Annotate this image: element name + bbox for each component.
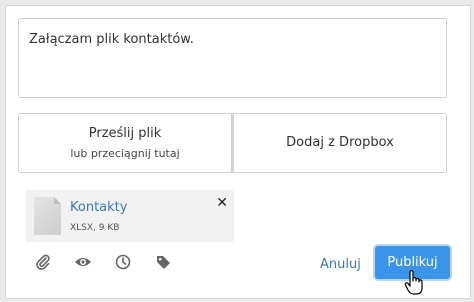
attachment-name[interactable]: Kontakty [70,200,127,215]
paperclip-icon[interactable] [33,252,53,272]
remove-attachment-button[interactable]: ✕ [216,196,228,210]
dropbox-button[interactable]: Dodaj z Dropbox [232,113,447,173]
message-textarea[interactable]: Załączam plik kontaktów. [18,18,447,98]
tag-icon[interactable] [153,252,173,272]
file-icon [34,197,61,235]
message-text: Załączam plik kontaktów. [29,32,194,47]
upload-options: Prześlij plik lub przeciągnij tutaj Doda… [18,113,447,173]
publish-label: Publikuj [387,255,438,270]
attachment-item: Kontakty XLSX, 9 KB ✕ [26,190,234,242]
attachment-meta: XLSX, 9 KB [70,223,120,233]
upload-file-sublabel: lub przeciągnij tutaj [70,146,180,160]
hand-cursor-icon [404,269,424,300]
upload-file-label: Prześlij plik [88,125,162,141]
eye-icon[interactable] [73,252,93,272]
upload-file-button[interactable]: Prześlij plik lub przeciągnij tutaj [18,113,232,173]
clock-icon[interactable] [113,252,133,272]
cancel-button[interactable]: Anuluj [320,257,361,272]
dropbox-label: Dodaj z Dropbox [286,135,394,150]
